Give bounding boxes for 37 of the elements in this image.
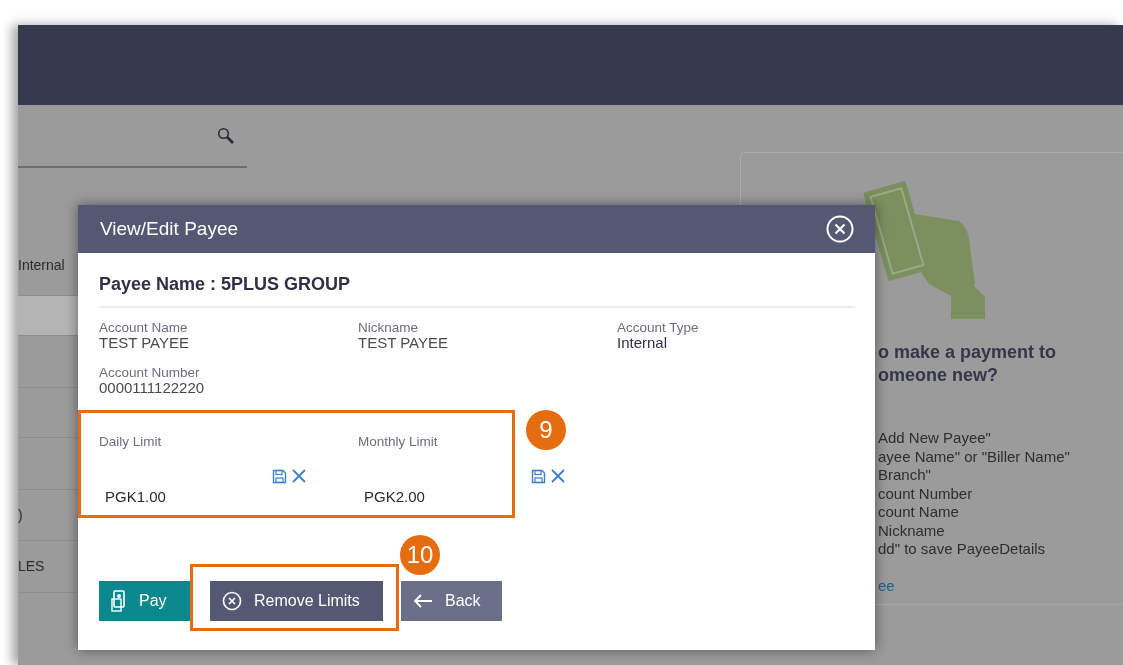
close-icon[interactable] [291,468,307,484]
field-label: Account Number [99,365,200,380]
payee-heading: Payee Name : 5PLUS GROUP [99,271,855,308]
field-label: Monthly Limit [358,434,438,449]
field-label: Daily Limit [99,434,162,449]
list-cell-text: Internal [18,256,65,275]
search-icon [217,126,235,145]
back-button[interactable]: Back [401,581,502,621]
input-field[interactable]: PGK2.00 [358,487,528,508]
instruction-line: count Number [878,484,974,503]
list-cell-text: ) [18,505,23,525]
dialog-title: View/Edit Payee [100,216,238,241]
field-label: Nickname [358,320,419,335]
input-field[interactable]: PGK1.00 [99,487,269,508]
remove-button[interactable]: Remove Limits [210,581,383,621]
remove-icon [222,591,242,611]
field-value: TEST PAYEE [358,335,450,351]
close-icon[interactable] [550,468,566,484]
payment-icon [111,590,127,612]
field-label: Account Name [99,320,188,335]
instruction-line: count Name [878,503,960,522]
field-value: Internal [617,335,669,351]
card-heading-line: omeone new? [878,364,999,387]
pay-button[interactable]: Pay [99,581,192,621]
instruction-line: Branch" [878,466,932,485]
instruction-line: ayee Name" or "Biller Name" [878,447,1070,466]
instruction-line: dd" to save PayeeDetails [878,540,1047,559]
field-label: Account Type [617,320,699,335]
save-icon[interactable] [531,468,546,484]
instruction-line: Add New Payee" [878,429,992,448]
field-value: 0000111122220 [99,380,206,396]
arrow-left-icon [413,594,433,608]
list-cell-text: LES [18,557,45,576]
instruction-line: Nickname [878,521,946,540]
card-heading-line: o make a payment to [878,341,1058,364]
save-icon[interactable] [272,468,287,484]
field-value: TEST PAYEE [99,335,191,351]
